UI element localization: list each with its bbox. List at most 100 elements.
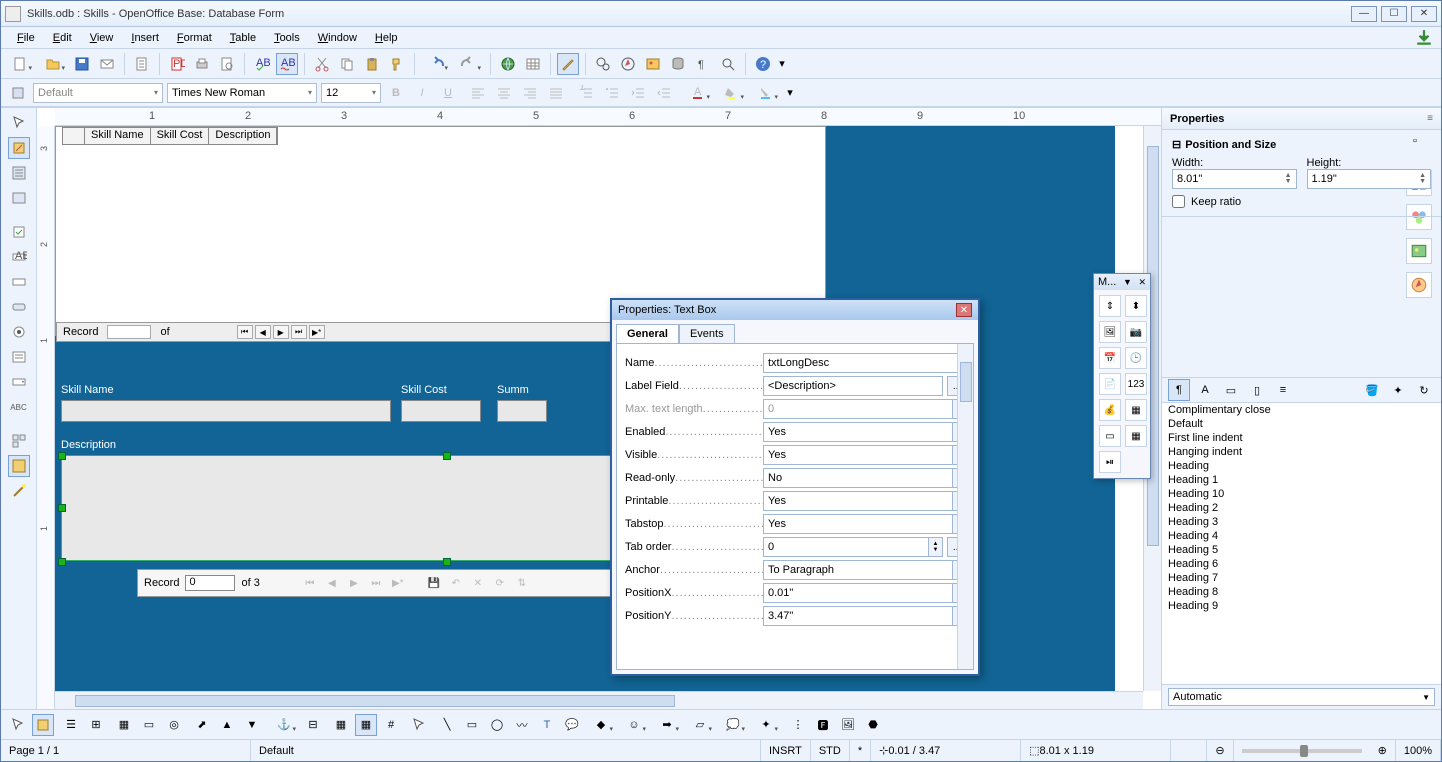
highlight-button[interactable] xyxy=(717,82,747,104)
prop-visible-combo[interactable]: Yes xyxy=(763,445,953,465)
list-item[interactable]: Heading 6 xyxy=(1162,557,1441,571)
snap-grid-button[interactable]: ▦ xyxy=(355,714,377,736)
col-skill-cost[interactable]: Skill Cost xyxy=(151,128,210,144)
background-color-button[interactable] xyxy=(751,82,781,104)
styles-filter-combo[interactable]: Automatic▼ xyxy=(1168,688,1435,706)
prop-name-input[interactable]: txtLongDesc xyxy=(763,353,967,373)
group-box-tool[interactable]: ▭ xyxy=(1099,425,1121,447)
email-button[interactable] xyxy=(96,53,118,75)
more-controls-toolbox[interactable]: M...▼✕ ⇕ ⬍ 🖼 📷 📅 🕒 📄 123 💰 ▦ ▭ ▦ ⏯ xyxy=(1093,273,1151,479)
numeric-field-tool[interactable]: 123 xyxy=(1125,373,1147,395)
undo-button[interactable] xyxy=(421,53,451,75)
nav-new[interactable]: ▶* xyxy=(309,325,325,339)
bold-button[interactable]: B xyxy=(385,82,407,104)
menu-table[interactable]: Table xyxy=(222,30,264,46)
add-field-button[interactable]: ⊞ xyxy=(85,714,107,736)
form-nav-button[interactable]: ☰ xyxy=(60,714,82,736)
list-item[interactable]: Heading 4 xyxy=(1162,529,1441,543)
list-item[interactable]: Heading 7 xyxy=(1162,571,1441,585)
tab-events[interactable]: Events xyxy=(679,324,735,343)
fontwork-tool[interactable]: 🅵 xyxy=(812,714,834,736)
styles-button[interactable] xyxy=(7,82,29,104)
underline-button[interactable]: U xyxy=(437,82,459,104)
freeform-tool[interactable]: 〰 xyxy=(511,714,533,736)
decrease-indent-button[interactable] xyxy=(627,82,649,104)
list-box-tool[interactable] xyxy=(8,346,30,368)
paragraph-style-combo[interactable]: Default▾ xyxy=(33,83,163,103)
checkbox-tool[interactable] xyxy=(8,221,30,243)
form-design-button[interactable] xyxy=(8,455,30,477)
new-style-icon[interactable]: ✦ xyxy=(1387,379,1409,401)
numbered-list-button[interactable]: 1 xyxy=(575,82,597,104)
edit-file-button[interactable] xyxy=(131,53,153,75)
menu-window[interactable]: Window xyxy=(310,30,365,46)
character-styles-icon[interactable]: A xyxy=(1194,379,1216,401)
activation-order-button[interactable]: ▦ xyxy=(113,714,135,736)
prop-printable-combo[interactable]: Yes xyxy=(763,491,953,511)
image-button-tool[interactable]: 🖼 xyxy=(1099,321,1121,343)
currency-field-tool[interactable]: 💰 xyxy=(1099,399,1121,421)
italic-button[interactable]: I xyxy=(411,82,433,104)
option-button-tool[interactable] xyxy=(8,321,30,343)
width-input[interactable]: 8.01"▲▼ xyxy=(1172,169,1297,189)
spellcheck-button[interactable]: ABC xyxy=(251,53,273,75)
prop-taborder-input[interactable]: 0 xyxy=(763,537,929,557)
fnav-prev[interactable]: ◀ xyxy=(324,575,340,591)
prop-enabled-combo[interactable]: Yes xyxy=(763,422,953,442)
navigation-bar-tool[interactable]: ⏯ xyxy=(1099,451,1121,473)
new-button[interactable] xyxy=(5,53,35,75)
fill-format-icon[interactable]: 🪣 xyxy=(1361,379,1383,401)
maximize-button[interactable]: ☐ xyxy=(1381,6,1407,22)
font-name-combo[interactable]: Times New Roman▾ xyxy=(167,83,317,103)
data-sources-button[interactable] xyxy=(667,53,689,75)
nav-prev[interactable]: ◀ xyxy=(255,325,271,339)
zoom-value[interactable]: 100% xyxy=(1396,740,1441,761)
push-button-tool[interactable] xyxy=(8,296,30,318)
print-preview-button[interactable] xyxy=(216,53,238,75)
font-color-button[interactable]: A xyxy=(683,82,713,104)
copy-button[interactable] xyxy=(336,53,358,75)
table-control-tool[interactable]: ▦ xyxy=(1125,425,1147,447)
align-right-button[interactable] xyxy=(519,82,541,104)
basic-shapes-tool[interactable]: ◆ xyxy=(586,714,616,736)
page-styles-icon[interactable]: ▯ xyxy=(1246,379,1268,401)
status-std[interactable]: STD xyxy=(811,740,850,761)
time-field-tool[interactable]: 🕒 xyxy=(1125,347,1147,369)
menu-tools[interactable]: Tools xyxy=(266,30,308,46)
minimize-button[interactable]: — xyxy=(1351,6,1377,22)
prop-posy-input[interactable]: 3.47" xyxy=(763,606,953,626)
mtool-close[interactable]: ✕ xyxy=(1138,277,1146,288)
align-justify-button[interactable] xyxy=(545,82,567,104)
combo-box-tool[interactable] xyxy=(8,371,30,393)
auto-spellcheck-button[interactable]: ABC xyxy=(276,53,298,75)
spin-button-tool[interactable]: ⇕ xyxy=(1099,295,1121,317)
properties-dialog[interactable]: Properties: Text Box ✕ General Events Na… xyxy=(610,298,980,676)
styles-list[interactable]: Complimentary close Default First line i… xyxy=(1162,403,1441,685)
fnav-next[interactable]: ▶ xyxy=(346,575,362,591)
prop-tabstop-combo[interactable]: Yes xyxy=(763,514,953,534)
scrollbar-tool[interactable]: ⬍ xyxy=(1125,295,1147,317)
frame-styles-icon[interactable]: ▭ xyxy=(1220,379,1242,401)
nav-first[interactable]: ⏮ xyxy=(237,325,253,339)
fnav-refresh-icon[interactable]: ⟳ xyxy=(492,575,508,591)
menu-view[interactable]: View xyxy=(82,30,122,46)
save-button[interactable] xyxy=(71,53,93,75)
list-item[interactable]: Heading 8 xyxy=(1162,585,1441,599)
list-item[interactable]: Heading 5 xyxy=(1162,543,1441,557)
format-paintbrush-button[interactable] xyxy=(386,53,408,75)
download-icon[interactable] xyxy=(1415,29,1433,47)
status-style[interactable]: Default xyxy=(251,740,761,761)
status-insert[interactable]: INSRT xyxy=(761,740,811,761)
symbol-shapes-tool[interactable]: ☺ xyxy=(619,714,649,736)
input-skill-name[interactable] xyxy=(61,400,391,422)
tab-general[interactable]: General xyxy=(616,324,679,343)
align-menu-button[interactable]: ⊟ xyxy=(302,714,324,736)
list-item[interactable]: Heading 10 xyxy=(1162,487,1441,501)
label-tool[interactable]: ABC xyxy=(8,396,30,418)
anchor-button[interactable]: ⚓ xyxy=(269,714,299,736)
hyperlink-button[interactable] xyxy=(497,53,519,75)
prop-anchor-combo[interactable]: To Paragraph xyxy=(763,560,953,580)
sidebar-gallery-icon[interactable] xyxy=(1406,238,1432,264)
help-button[interactable]: ? xyxy=(752,53,774,75)
block-arrows-tool[interactable]: ➡ xyxy=(652,714,682,736)
